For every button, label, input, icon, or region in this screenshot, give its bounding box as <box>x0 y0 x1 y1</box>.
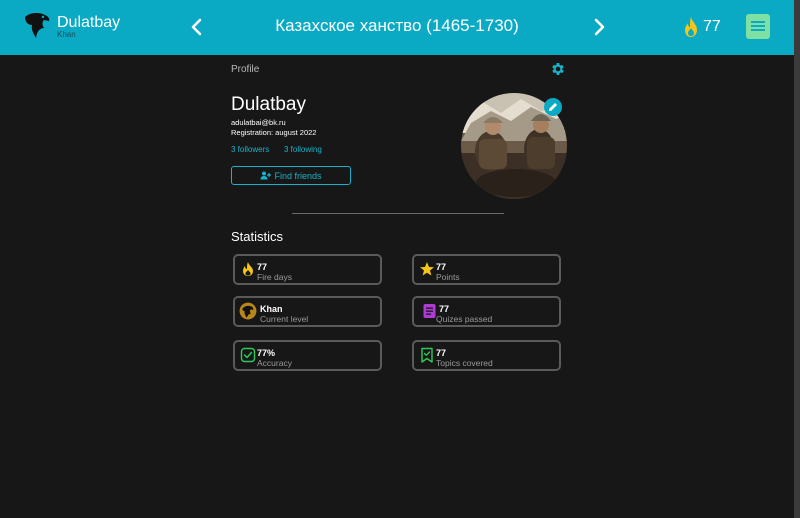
streak-counter[interactable]: 77 <box>682 16 721 38</box>
stat-label: Topics covered <box>436 358 493 368</box>
top-bar: Dulatbay Khan Казахское ханство (1465-17… <box>0 0 794 55</box>
chevron-right-icon[interactable] <box>590 16 608 38</box>
stat-label: Fire days <box>257 272 292 282</box>
document-icon-line <box>751 21 765 23</box>
document-icon-line <box>751 29 765 31</box>
stat-value: 77 <box>257 262 268 272</box>
section-label: Profile <box>231 64 260 75</box>
course-title: Казахское ханство (1465-1730) <box>275 16 519 35</box>
star-icon <box>420 262 434 276</box>
edit-profile-button[interactable] <box>544 98 562 116</box>
eagle-icon <box>25 12 50 38</box>
stat-label: Points <box>436 272 460 282</box>
fire-icon <box>685 17 697 37</box>
bookmark-check-icon <box>421 347 433 363</box>
stat-value: 77% <box>257 348 276 358</box>
stat-card-topics-covered: 77 Topics covered <box>412 340 561 371</box>
find-friends-label: Find friends <box>274 170 322 181</box>
check-icon <box>240 347 256 363</box>
pencil-icon <box>549 103 557 111</box>
stat-value: 77 <box>439 304 450 314</box>
brand[interactable]: Dulatbay Khan <box>22 11 120 39</box>
add-user-icon <box>260 171 272 180</box>
stat-value: Khan <box>260 304 283 314</box>
stat-label: Accuracy <box>257 358 292 368</box>
username: Dulatbay <box>231 94 306 115</box>
stat-card-current-level: Khan Current level <box>233 296 382 327</box>
email: adulatbai@bk.ru <box>231 118 286 127</box>
statistics-title: Statistics <box>231 229 284 244</box>
brand-rank: Khan <box>57 30 76 39</box>
eagle-badge-icon <box>239 302 257 320</box>
menu-button[interactable] <box>746 14 770 39</box>
divider <box>292 213 504 214</box>
streak-value: 77 <box>703 18 721 35</box>
gear-icon[interactable] <box>550 61 566 77</box>
window-edge <box>794 0 800 518</box>
find-friends-button[interactable]: Find friends <box>231 166 351 185</box>
fire-icon <box>243 262 253 276</box>
stat-label: Quizes passed <box>436 314 493 324</box>
stat-value: 77 <box>436 262 447 272</box>
stat-card-quizes-passed: 77 Quizes passed <box>412 296 561 327</box>
registration-date: Registration: august 2022 <box>231 128 317 137</box>
stat-card-accuracy: 77% Accuracy <box>233 340 382 371</box>
document-icon-line <box>751 25 765 27</box>
followers-link[interactable]: 3 followers <box>231 145 269 154</box>
following-link[interactable]: 3 following <box>284 145 322 154</box>
stat-label: Current level <box>260 314 309 324</box>
stat-value: 77 <box>436 348 447 358</box>
stat-card-points: 77 Points <box>412 254 561 285</box>
stat-card-fire-days: 77 Fire days <box>233 254 382 285</box>
